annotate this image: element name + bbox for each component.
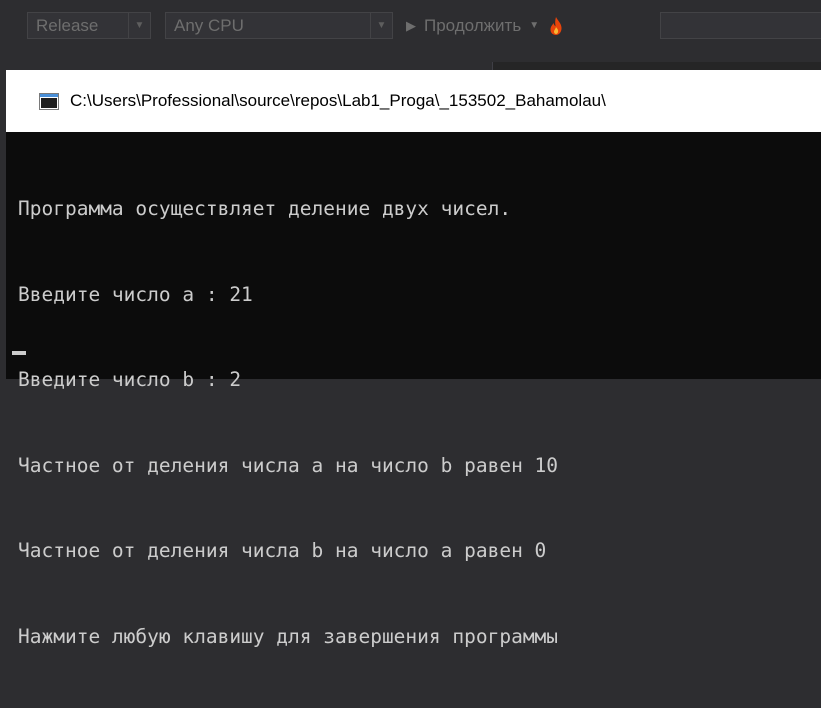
vs-toolbar: Release ▼ Any CPU ▼ ▶ Продолжить ▼ xyxy=(0,0,821,62)
console-line: Нажмите любую клавишу для завершения про… xyxy=(18,624,559,648)
document-tab-strip xyxy=(0,62,821,70)
console-title: C:\Users\Professional\source\repos\Lab1_… xyxy=(70,91,606,110)
platform-value: Any CPU xyxy=(174,16,244,35)
chevron-down-icon: ▼ xyxy=(128,13,150,38)
toolbar-search-box[interactable] xyxy=(660,12,821,39)
console-line: Программа осуществляет деление двух чисе… xyxy=(18,197,512,220)
console-line: Частное от деления числа a на число b ра… xyxy=(18,453,559,477)
console-line: Введите число a : 21 xyxy=(18,282,253,306)
play-icon: ▶ xyxy=(406,18,416,33)
continue-label: Продолжить xyxy=(424,16,522,35)
console-titlebar[interactable]: C:\Users\Professional\source\repos\Lab1_… xyxy=(6,70,821,132)
tab-strip-segment xyxy=(0,62,493,70)
configuration-dropdown[interactable]: Release ▼ xyxy=(27,12,151,39)
console-window[interactable]: C:\Users\Professional\source\repos\Lab1_… xyxy=(6,70,821,648)
chevron-down-icon[interactable]: ▼ xyxy=(529,12,539,39)
console-output: Программа осуществляет деление двух чисе… xyxy=(18,138,818,708)
configuration-value: Release xyxy=(36,16,99,35)
hot-reload-flame-icon[interactable] xyxy=(549,16,563,36)
console-line: Введите число b : 2 xyxy=(18,368,242,391)
continue-button[interactable]: ▶ Продолжить ▼ xyxy=(406,12,563,39)
chevron-down-icon: ▼ xyxy=(370,13,392,38)
platform-dropdown[interactable]: Any CPU ▼ xyxy=(165,12,393,39)
console-cursor xyxy=(12,351,26,355)
console-line: Частное от деления числа b на число a ра… xyxy=(18,539,547,562)
console-app-icon xyxy=(39,92,59,110)
